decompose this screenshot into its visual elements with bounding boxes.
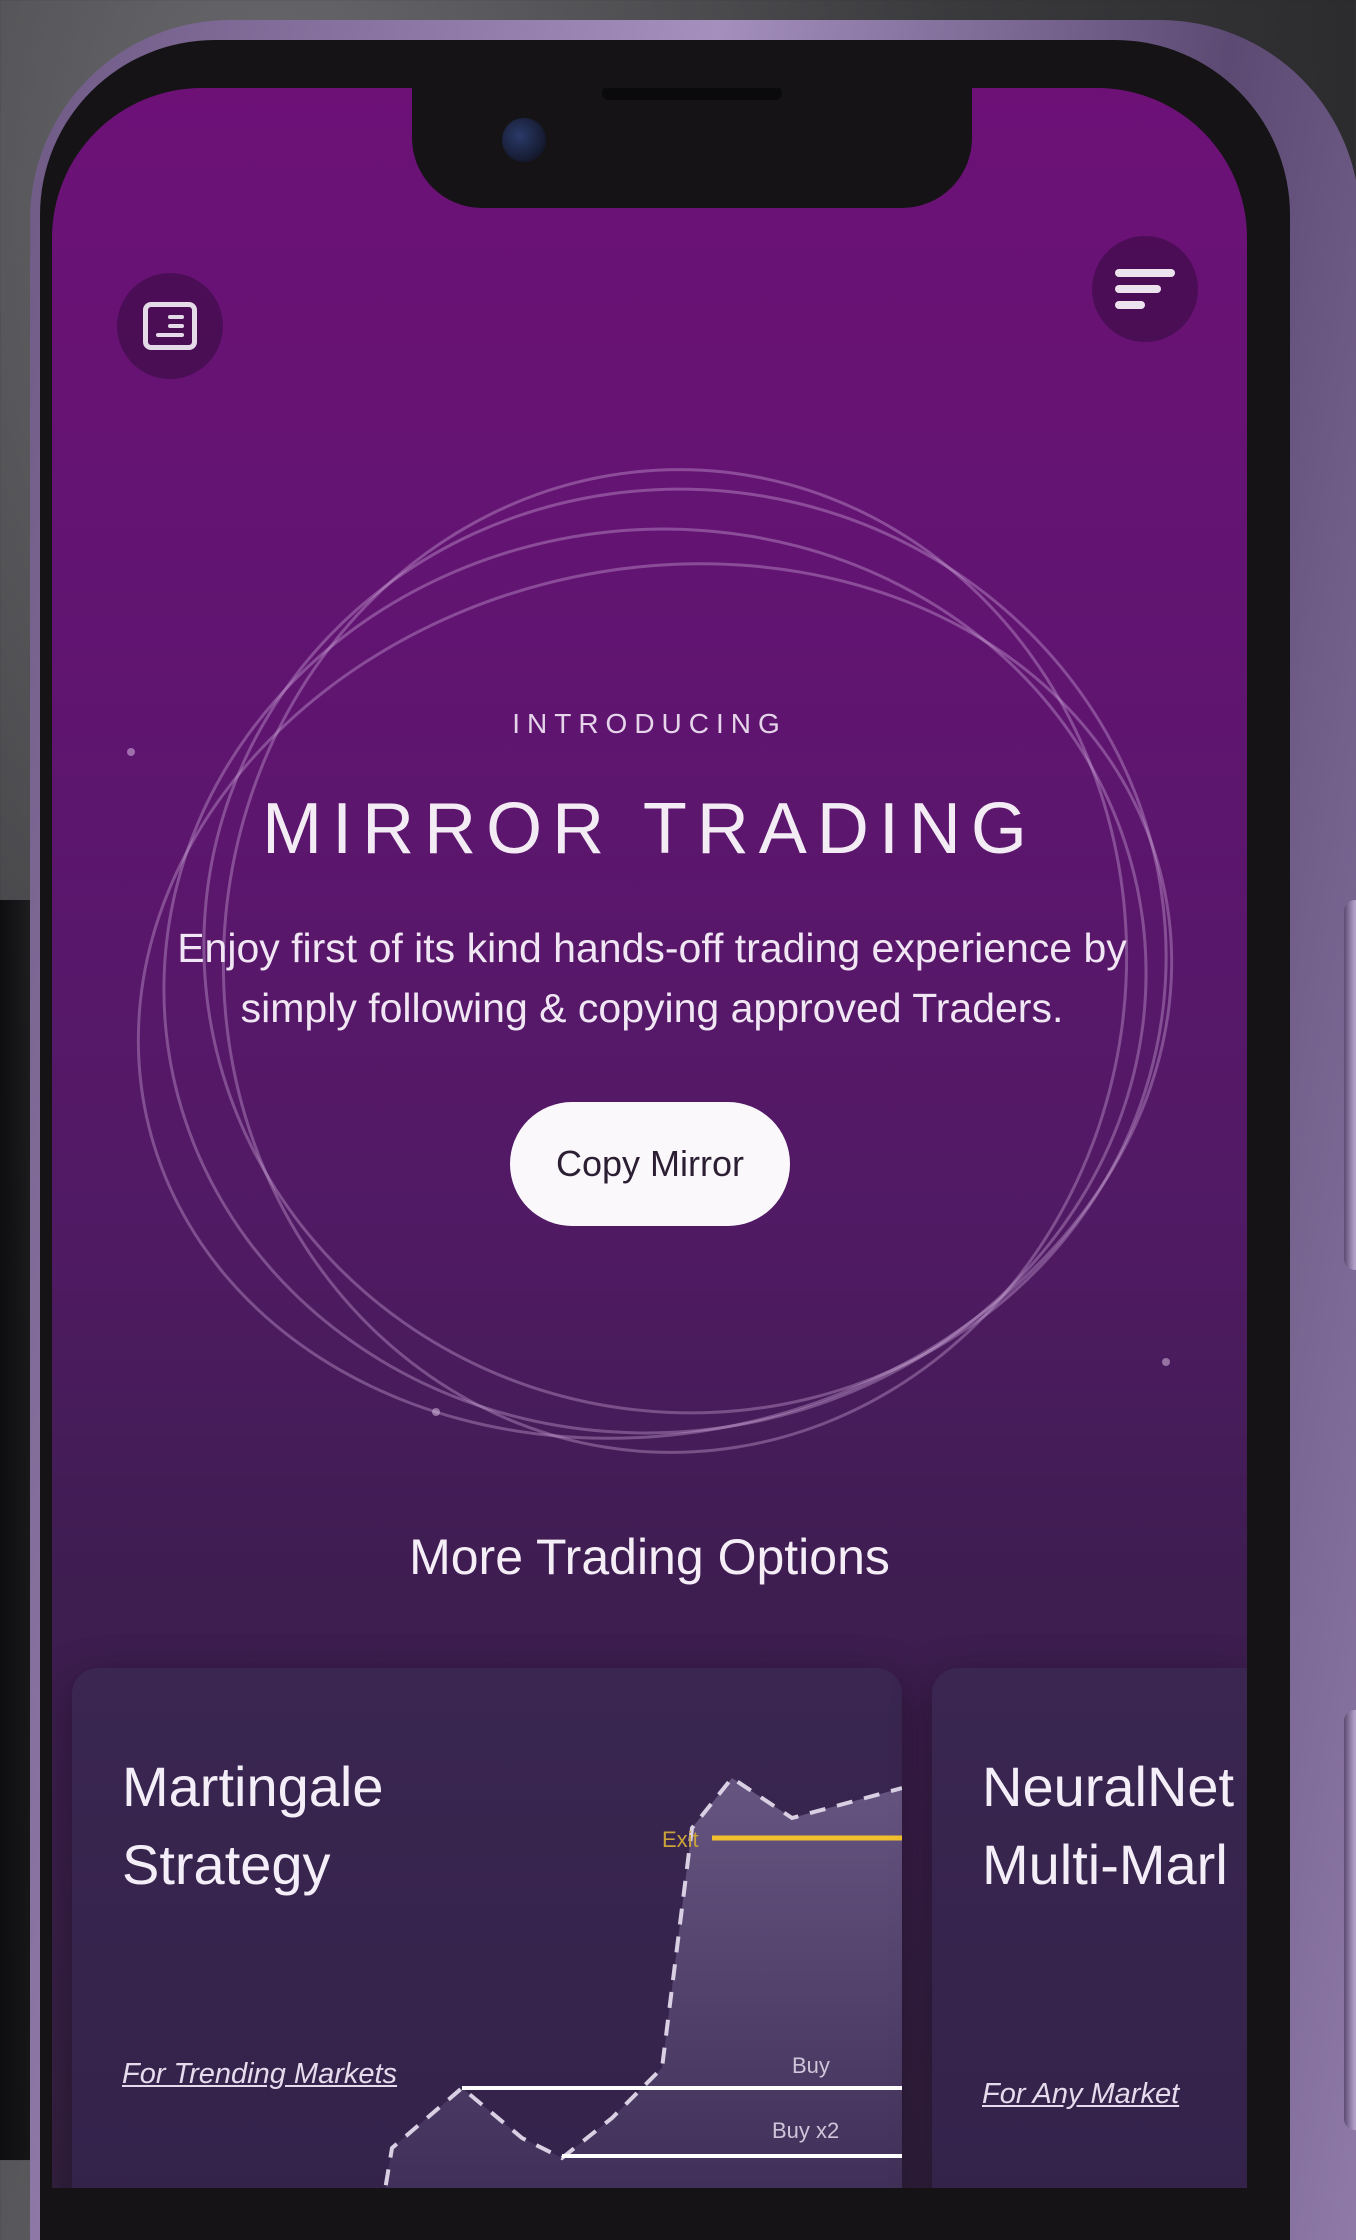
sort-button[interactable]	[1092, 236, 1198, 342]
speaker-grille	[602, 88, 782, 100]
card-subtitle[interactable]: For Trending Markets	[122, 2058, 397, 2091]
app-screen: INTRODUCING MIRROR TRADING Enjoy first o…	[52, 88, 1247, 2188]
sort-icon	[1115, 265, 1175, 313]
side-button-upper	[1344, 900, 1356, 1270]
buy-x2-label: Buy x2	[772, 2118, 839, 2143]
sparkle-dot	[127, 748, 135, 756]
martingale-strategy-card[interactable]: Martingale Strategy For Trending Markets…	[72, 1668, 902, 2188]
exit-label: Exit	[662, 1827, 699, 1852]
strategy-chart: Exit Buy Buy x2	[383, 1775, 902, 2188]
sparkle-dot	[432, 1408, 440, 1416]
card-subtitle[interactable]: For Any Market	[982, 2078, 1179, 2111]
neuralnet-strategy-card[interactable]: NeuralNet Multi-Marl For Any Market	[932, 1668, 1247, 2188]
card-title-line: Strategy	[122, 1833, 331, 1896]
card-title-line: Martingale	[122, 1755, 384, 1818]
hero-description-line: simply following & copying approved Trad…	[240, 985, 1064, 1031]
hero-tag: INTRODUCING	[512, 708, 787, 739]
notch	[412, 88, 972, 208]
card-title-line: Multi-Marl	[982, 1833, 1228, 1896]
document-icon	[143, 302, 197, 350]
copy-mirror-button[interactable]: Copy Mirror	[510, 1102, 790, 1226]
more-options-title: More Trading Options	[409, 1529, 890, 1585]
document-button[interactable]	[117, 273, 223, 379]
sparkle-dot	[1162, 1358, 1170, 1366]
hero-title: MIRROR TRADING	[262, 789, 1037, 869]
card-title: Martingale Strategy	[122, 1748, 383, 1904]
card-title: NeuralNet Multi-Marl	[982, 1748, 1234, 1904]
side-button-lower	[1344, 1710, 1356, 2130]
card-title-line: NeuralNet	[982, 1755, 1235, 1818]
hero-description-line: Enjoy first of its kind hands-off tradin…	[177, 925, 1127, 971]
hero-description: Enjoy first of its kind hands-off tradin…	[142, 918, 1162, 1038]
buy-label: Buy	[792, 2053, 830, 2078]
camera-icon	[502, 118, 546, 162]
